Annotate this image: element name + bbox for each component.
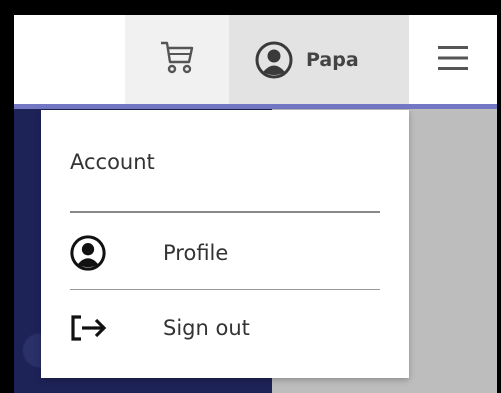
account-dropdown: Account Profile Sign out [41, 110, 409, 378]
hamburger-menu-icon [436, 43, 470, 77]
hamburger-menu-button[interactable] [409, 15, 497, 104]
sign-out-label: Sign out [163, 316, 250, 340]
window-frame-top [0, 0, 501, 15]
divider [70, 211, 380, 213]
dropdown-heading: Account [70, 150, 155, 174]
user-menu-button[interactable]: Papa [229, 15, 409, 104]
shopping-cart-icon [159, 40, 195, 80]
top-header: Papa [14, 15, 497, 104]
username-label: Papa [306, 48, 359, 71]
window-frame-right [497, 0, 501, 393]
profile-menu-item[interactable]: Profile [70, 223, 380, 283]
sign-out-menu-item[interactable]: Sign out [70, 298, 380, 358]
window-frame-left [0, 0, 14, 393]
user-circle-icon [70, 235, 110, 271]
profile-label: Profile [163, 241, 229, 265]
sign-out-icon [70, 313, 110, 343]
cart-button[interactable] [125, 15, 229, 104]
user-circle-icon [255, 41, 293, 79]
divider [70, 289, 380, 290]
